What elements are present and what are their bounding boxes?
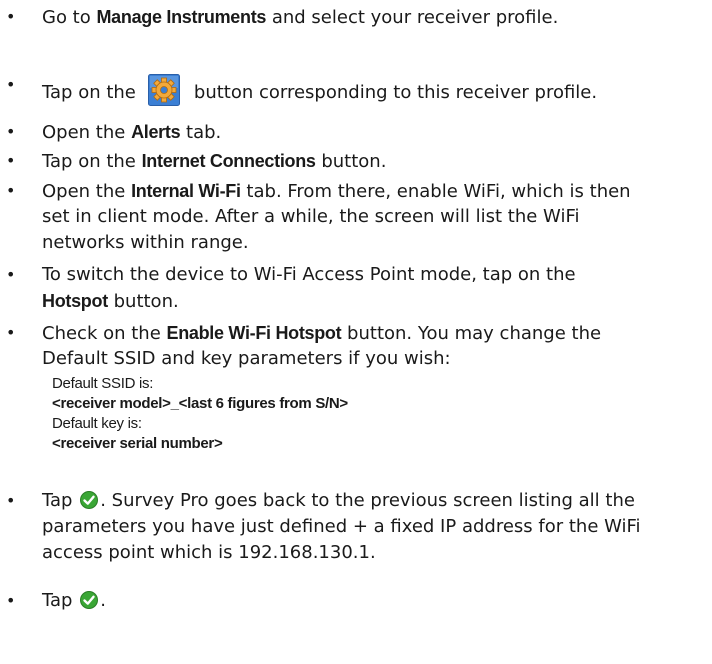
step-text: button corresponding to this receiver pr… <box>193 82 598 103</box>
bullet: • <box>6 7 16 26</box>
step-text: Check on the <box>42 323 167 344</box>
ui-term: Internal Wi-Fi <box>131 181 241 201</box>
key-label: Default key is: <box>52 415 142 432</box>
step-text: parameters you have just defined + a fix… <box>42 516 641 537</box>
gear-settings-icon <box>147 74 180 106</box>
step-text: Tap <box>42 490 79 511</box>
ssid-label: Default SSID is: <box>52 375 154 392</box>
ui-term: Manage Instruments <box>96 7 267 27</box>
step-text: button. You may change the <box>341 323 602 344</box>
step-text: Tap <box>42 590 79 611</box>
bullet: • <box>6 151 16 170</box>
step-text: Tap on the <box>42 151 142 172</box>
ui-term: Enable Wi-Fi Hotspot <box>166 323 342 343</box>
step-text: Tap on the <box>42 82 136 103</box>
bullet: • <box>6 181 16 200</box>
ui-term: Internet Connections <box>141 151 316 171</box>
step-text: set in client mode. After a while, the s… <box>42 206 580 227</box>
step-text: Default SSID and key parameters if you w… <box>42 348 451 369</box>
ssid-value: <receiver model>_<last 6 figures from S/… <box>52 395 348 412</box>
step-text: access point which is 192.168.130.1. <box>42 542 376 563</box>
ui-term: Hotspot <box>42 291 108 311</box>
step-text: Open the <box>42 181 132 202</box>
key-value: <receiver serial number> <box>52 435 223 452</box>
bullet: • <box>6 491 16 510</box>
bullet: • <box>6 75 16 94</box>
green-check-icon <box>80 491 99 509</box>
step-text: To switch the device to Wi-Fi Access Poi… <box>42 264 576 285</box>
step-text: Open the <box>42 122 132 143</box>
step-text: Go to <box>42 7 97 28</box>
green-check-icon <box>80 591 99 609</box>
step-text: button. <box>107 291 179 312</box>
step-text: . <box>100 590 106 611</box>
bullet: • <box>6 323 16 342</box>
step-text: and select your receiver profile. <box>266 7 559 28</box>
ui-term: Alerts <box>131 122 181 142</box>
step-text: . Survey Pro goes back to the previous s… <box>100 490 635 511</box>
bullet: • <box>6 591 16 610</box>
step-text: tab. From there, enable WiFi, which is t… <box>240 181 631 202</box>
bullet: • <box>6 122 16 141</box>
step-text: tab. <box>180 122 222 143</box>
bullet: • <box>6 265 16 284</box>
step-text: networks within range. <box>42 232 249 253</box>
step-text: button. <box>315 151 387 172</box>
